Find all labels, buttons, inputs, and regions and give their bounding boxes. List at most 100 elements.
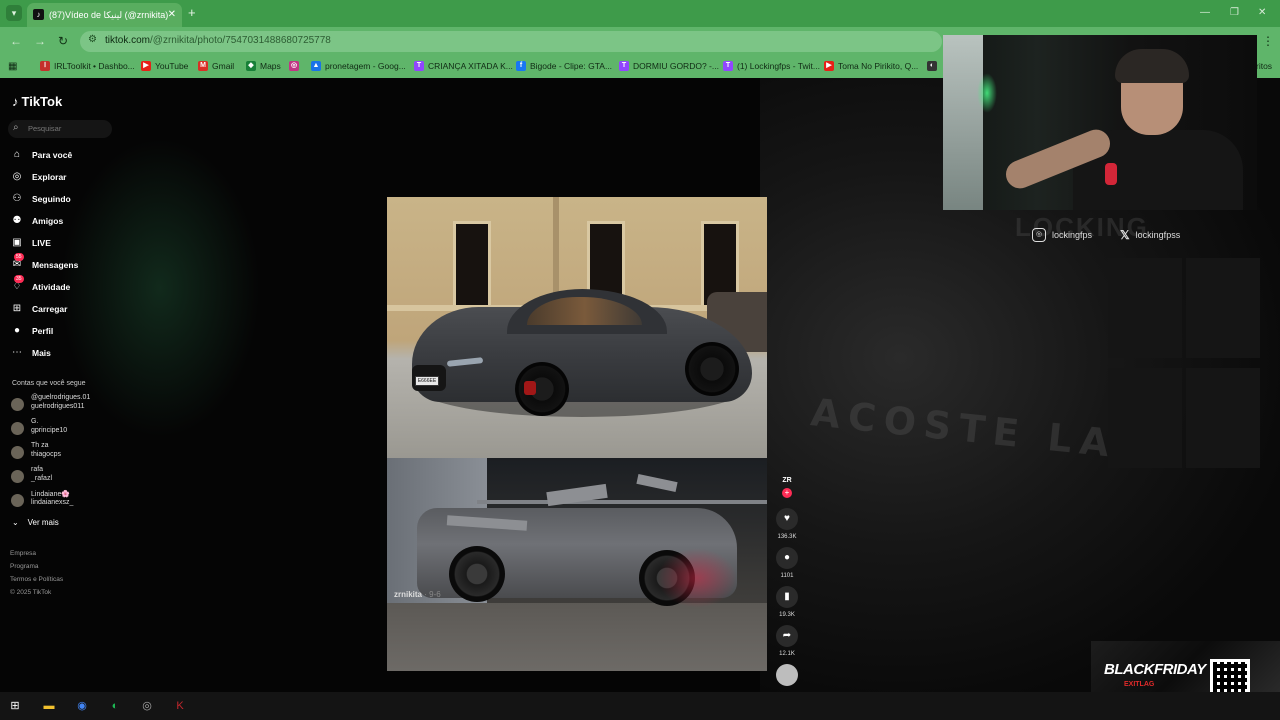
followed-account[interactable]: rafa _rafazl bbox=[11, 466, 116, 486]
bookmark-label: Toma No Pirikito, Q... bbox=[838, 61, 919, 71]
photo-post[interactable]: E666EE bbox=[387, 197, 767, 671]
bookmark-item[interactable]: ◆ Maps bbox=[246, 61, 281, 71]
minimize-icon[interactable]: — bbox=[1200, 7, 1210, 18]
comment-icon[interactable]: ● bbox=[776, 547, 798, 569]
bookmark-item[interactable]: f Bigode - Clipe: GTA... bbox=[516, 61, 612, 71]
sidebar-item-carregar[interactable]: ⊞ Carregar bbox=[10, 301, 115, 317]
sidebar-item-label: Para você bbox=[32, 150, 73, 160]
apps-icon[interactable]: ▦ bbox=[8, 61, 17, 72]
like-icon[interactable]: ♥ bbox=[776, 508, 798, 530]
obs-icon[interactable]: ◎ bbox=[138, 697, 156, 715]
account-handle: thiagocps bbox=[31, 451, 61, 458]
app-icon[interactable]: K bbox=[171, 697, 189, 715]
bookmark-item[interactable]: M Gmail bbox=[198, 61, 234, 71]
bookmark-label: IRLToolkit • Dashbo... bbox=[54, 61, 135, 71]
footer-link[interactable]: Termos e Políticas bbox=[10, 576, 63, 583]
sidebar-item-perfil[interactable]: ● Perfil bbox=[10, 323, 115, 339]
back-icon[interactable]: ← bbox=[10, 34, 22, 48]
sidebar-item-mais[interactable]: ⋯ Mais bbox=[10, 345, 115, 361]
overlay-grid-cell bbox=[1186, 258, 1260, 358]
url-input[interactable]: ⚙ tiktok.com/@zrnikita/photo/75470314886… bbox=[80, 31, 942, 52]
footer-link[interactable]: Programa bbox=[10, 563, 39, 570]
forward-icon[interactable]: → bbox=[34, 34, 46, 48]
overlay-x: 𝕏lockingfpss bbox=[1120, 228, 1180, 242]
search-input[interactable]: ⌕ Pesquisar bbox=[8, 120, 112, 138]
compass-icon: ◎ bbox=[12, 171, 22, 182]
bookmark-item[interactable]: ◐ bbox=[927, 61, 941, 71]
avatar bbox=[11, 470, 24, 483]
bookmarks-overflow[interactable]: ritos bbox=[1256, 61, 1272, 71]
sidebar-item-label: Atividade bbox=[32, 282, 71, 292]
more-icon: ⋯ bbox=[12, 347, 22, 358]
irltoolkit-icon: Ⅰ bbox=[40, 61, 50, 71]
bookmark-item[interactable]: T (1) Lockingfps - Twit... bbox=[723, 61, 820, 71]
facebook-icon: f bbox=[516, 61, 526, 71]
footer-link[interactable]: Empresa bbox=[10, 550, 36, 557]
followed-account[interactable]: @guelrodrigues.01 guelrodrigues011 bbox=[11, 394, 116, 414]
chevron-down-icon: ⌄ bbox=[12, 518, 19, 527]
sidebar-item-live[interactable]: ▣ LIVE bbox=[10, 235, 115, 251]
sidebar-item-amigos[interactable]: ⚉ Amigos bbox=[10, 213, 115, 229]
screen: ▾ ♪ (87)Vídeo de لينيكا (@zrnikita) ✕ + … bbox=[0, 0, 1280, 720]
overlay-instagram: ◎ lockingfps bbox=[1032, 228, 1092, 242]
following-header: Contas que você segue bbox=[12, 380, 86, 387]
maximize-icon[interactable]: ❐ bbox=[1230, 7, 1239, 18]
followed-account[interactable]: Th za thiagocps bbox=[11, 442, 116, 462]
bookmark-item[interactable]: ◎ bbox=[289, 61, 303, 71]
share-count: 12.1K bbox=[779, 651, 795, 657]
webcam-overlay bbox=[943, 35, 1257, 210]
bookmark-item[interactable]: T DORMIU GORDO? -... bbox=[619, 61, 719, 71]
sidebar-item-label: Mais bbox=[32, 348, 51, 358]
bookmark-label: Maps bbox=[260, 61, 281, 71]
bookmark-label: Gmail bbox=[212, 61, 235, 71]
bookmark-label: YouTube bbox=[155, 61, 189, 71]
follow-plus-icon[interactable]: + bbox=[782, 488, 792, 498]
bookmark-item[interactable]: Ⅰ IRLToolkit • Dashbo... bbox=[40, 61, 135, 71]
search-icon: ⌕ bbox=[13, 122, 19, 133]
bookmark-item[interactable]: T CRIANÇA XITADA K... bbox=[414, 61, 513, 71]
bookmark-item[interactable]: ▲ pronetagem - Goog... bbox=[311, 61, 406, 71]
promo-subtitle: EXITLAG bbox=[1124, 681, 1155, 688]
sidebar-item-explorar[interactable]: ◎ Explorar bbox=[10, 169, 115, 185]
close-tab-icon[interactable]: ✕ bbox=[168, 3, 176, 27]
sidebar-item-para-voc-[interactable]: ⌂ Para você bbox=[10, 147, 115, 163]
twitch-icon: T bbox=[723, 61, 733, 71]
new-tab-icon[interactable]: + bbox=[188, 5, 196, 20]
avatar bbox=[11, 446, 24, 459]
file-explorer-icon[interactable]: ▬ bbox=[40, 697, 58, 715]
close-window-icon[interactable]: ✕ bbox=[1258, 7, 1266, 18]
bookmark-item[interactable]: ▶ YouTube bbox=[141, 61, 188, 71]
bookmark-item[interactable]: ▶ Toma No Pirikito, Q... bbox=[824, 61, 918, 71]
tab-search-icon[interactable]: ▾ bbox=[6, 5, 22, 21]
bookmark-label: (1) Lockingfps - Twit... bbox=[737, 61, 820, 71]
post-author[interactable]: zrnikita · 9-6 bbox=[394, 590, 441, 599]
see-more-label: Ver mais bbox=[27, 518, 59, 527]
sidebar-item-mensagens[interactable]: ✉ 55 Mensagens bbox=[10, 253, 115, 273]
tiktok-favicon-icon: ♪ bbox=[33, 9, 44, 20]
tiktok-logo[interactable]: ♪ TikTok bbox=[12, 94, 62, 109]
youtube-icon: ▶ bbox=[824, 61, 834, 71]
followed-account[interactable]: G. gprincipe10 bbox=[11, 418, 116, 438]
sidebar-item-label: Seguindo bbox=[32, 194, 71, 204]
music-disc-icon[interactable] bbox=[776, 664, 798, 686]
site-info-icon[interactable]: ⚙ bbox=[88, 34, 97, 45]
browser-tab[interactable]: ♪ (87)Vídeo de لينيكا (@zrnikita) ✕ bbox=[27, 3, 182, 27]
sidebar-item-atividade[interactable]: ♢ 35 Atividade bbox=[10, 275, 115, 295]
chrome-icon[interactable]: ◉ bbox=[73, 697, 91, 715]
reload-icon[interactable]: ↻ bbox=[58, 34, 68, 48]
account-name: Th za bbox=[31, 442, 49, 449]
maps-icon: ◆ bbox=[246, 61, 256, 71]
see-more-button[interactable]: ⌄ Ver mais bbox=[12, 518, 59, 527]
overlay-grid-cell bbox=[1108, 258, 1182, 358]
sidebar-item-seguindo[interactable]: ⚇ Seguindo bbox=[10, 191, 115, 207]
followed-account[interactable]: Lindaiane🌸 lindaianexsz_ bbox=[11, 490, 116, 510]
bookmark-icon[interactable]: ▮ bbox=[776, 586, 798, 608]
sidebar-item-label: Explorar bbox=[32, 172, 67, 182]
account-handle: gprincipe10 bbox=[31, 427, 68, 434]
spotify-icon[interactable]: ◐ bbox=[106, 697, 124, 715]
save-count: 19.3K bbox=[779, 612, 795, 618]
x-handle: lockingfpss bbox=[1135, 230, 1181, 240]
windows-start-icon[interactable]: ⊞ bbox=[6, 697, 24, 715]
share-icon[interactable]: ➦ bbox=[776, 625, 798, 647]
browser-menu-icon[interactable]: ⋮ bbox=[1262, 34, 1274, 48]
